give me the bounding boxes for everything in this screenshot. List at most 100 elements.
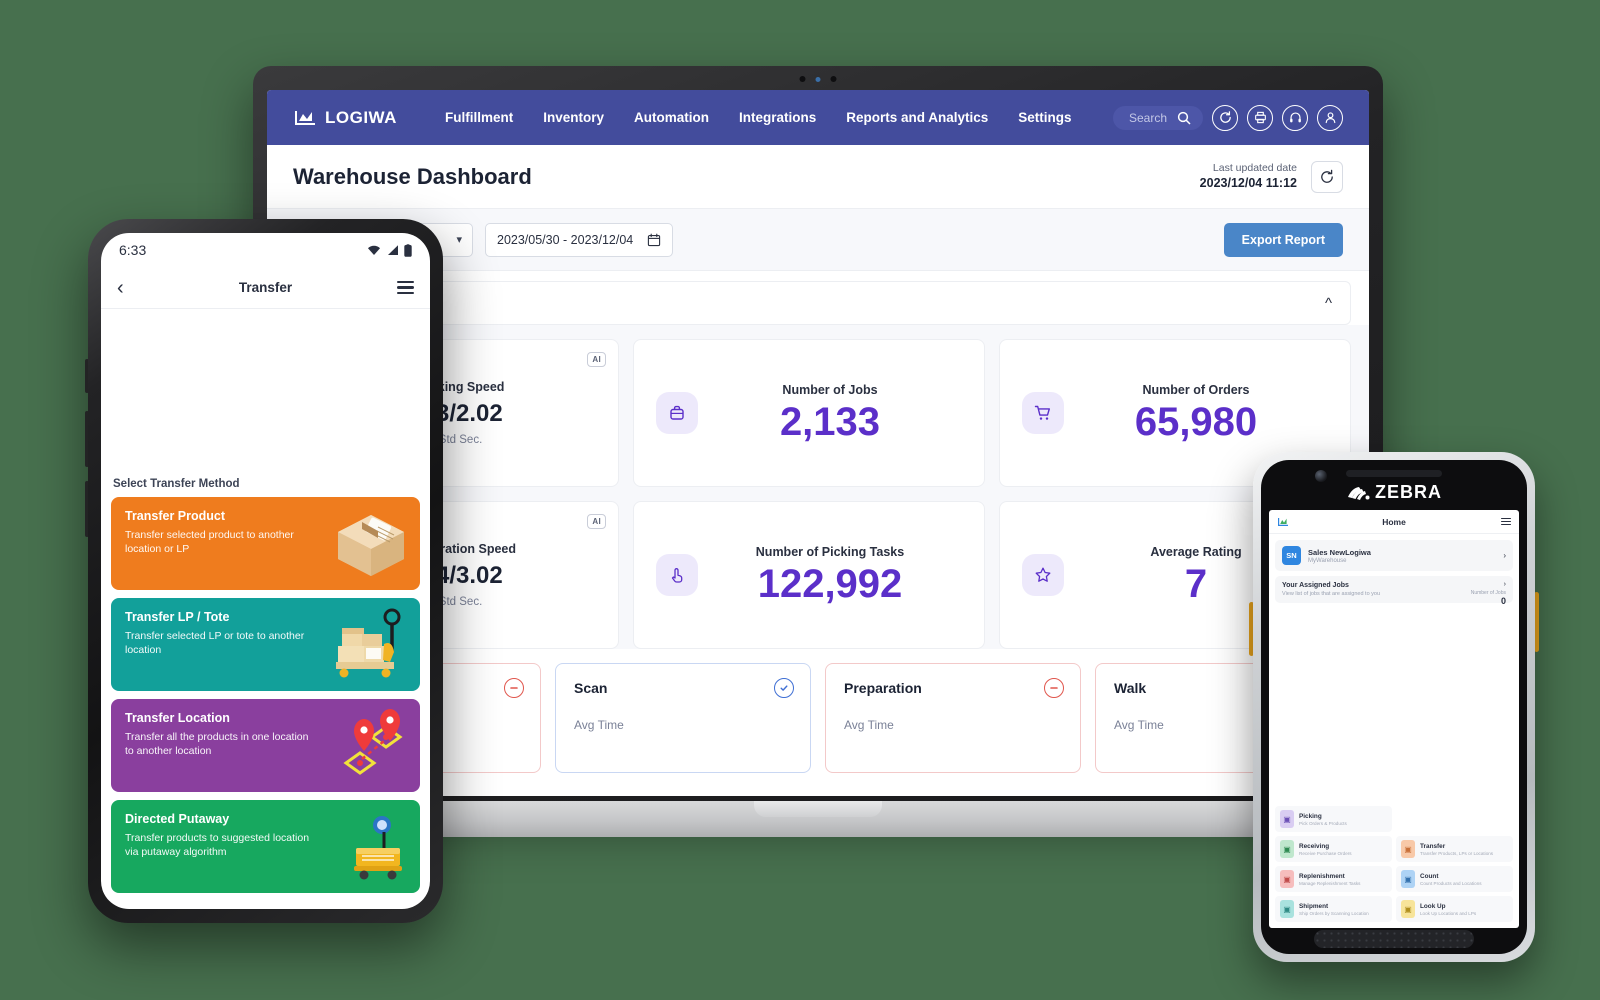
laptop-base-notch: [754, 801, 882, 817]
tile-transfer-lp-tote[interactable]: Transfer LP / Tote Transfer selected LP …: [111, 598, 420, 691]
hamburger-icon[interactable]: [1501, 517, 1511, 526]
menu-item-text: Shipment Ship Orders by Scanning Locatio…: [1299, 903, 1369, 916]
status-icons: [367, 243, 412, 257]
section-collapse-bar[interactable]: ^: [285, 281, 1351, 325]
kpi-value: 65,980: [1134, 400, 1258, 444]
status-badge-minus: [504, 678, 524, 698]
menu-item-sub: Count Products and Locations: [1420, 880, 1482, 886]
ai-badge: AI: [587, 514, 606, 529]
kpi-row-1: AI Walking Speed 2.3/2.02 Avg/Std Sec. N…: [285, 339, 1351, 487]
assigned-jobs-count: Number of Jobs 0: [1471, 590, 1506, 606]
menu-item-sub: Manage Replenishment Tasks: [1299, 880, 1361, 886]
date-range-picker[interactable]: 2023/05/30 - 2023/12/04: [485, 222, 674, 257]
avatar: SN: [1282, 546, 1301, 565]
print-button[interactable]: [1247, 104, 1273, 131]
refresh-dashboard-button[interactable]: [1311, 160, 1343, 193]
metric-title: Preparation: [844, 680, 922, 696]
pallet-jack-icon: [328, 604, 410, 685]
menu-item-title: Shipment: [1299, 902, 1329, 910]
page-header: Warehouse Dashboard Last updated date 20…: [267, 145, 1369, 209]
chevron-right-icon: ›: [1503, 581, 1506, 588]
chevron-down-icon: ▾: [456, 234, 462, 246]
tile-transfer-location[interactable]: Transfer Location Transfer all the produ…: [111, 699, 420, 792]
scene: LOGIWA Fulfillment Inventory Automation …: [0, 0, 1600, 1000]
refresh-icon: [1219, 111, 1231, 123]
export-report-button[interactable]: Export Report: [1223, 222, 1343, 257]
nav-link-reports-and-analytics[interactable]: Reports and Analytics: [846, 110, 988, 125]
nav-link-settings[interactable]: Settings: [1018, 110, 1071, 125]
nav-link-automation[interactable]: Automation: [634, 110, 709, 125]
menu-item-text: Replenishment Manage Replenishment Tasks: [1299, 873, 1360, 886]
menu-item-title: Picking: [1299, 812, 1322, 820]
nav-link-integrations[interactable]: Integrations: [739, 110, 816, 125]
zebra-menu-item-shipment[interactable]: ▣ Shipment Ship Orders by Scanning Locat…: [1275, 896, 1392, 922]
refresh-history-button[interactable]: [1212, 104, 1238, 131]
briefcase-icon: [656, 392, 698, 434]
support-button[interactable]: [1282, 104, 1308, 131]
menu-item-title: Look Up: [1420, 902, 1446, 910]
account-warehouse: MyWarehouse: [1308, 557, 1347, 564]
user-account-button[interactable]: [1317, 104, 1343, 131]
printer-icon: [1254, 111, 1266, 124]
zebra-menu-item-count[interactable]: ▣ Count Count Products and Locations: [1396, 866, 1513, 892]
app-top-nav: LOGIWA Fulfillment Inventory Automation …: [267, 90, 1369, 145]
user-icon: [1325, 112, 1335, 124]
minus-icon: [510, 687, 518, 689]
nav-link-fulfillment[interactable]: Fulfillment: [445, 110, 513, 125]
menu-item-title: Receiving: [1299, 842, 1330, 850]
tile-transfer-product[interactable]: Transfer Product Transfer selected produ…: [111, 497, 420, 590]
zebra-grid-placeholder: [1396, 806, 1513, 832]
page-title: Warehouse Dashboard: [293, 163, 532, 189]
search-input[interactable]: Search: [1112, 105, 1203, 130]
status-badge-check: [774, 678, 794, 698]
kpi-body: Number of Orders 65,980: [1064, 383, 1328, 443]
zebra-wordmark: ZEBRA: [1375, 482, 1442, 502]
zebra-menu-item-look-up[interactable]: ▣ Look Up Look Up Locations and LPs: [1396, 896, 1513, 922]
menu-item-sub: Receive Purchase Orders: [1299, 850, 1352, 856]
phone-content: Select Transfer Method Transfer Product …: [101, 309, 430, 909]
last-updated: Last updated date 2023/12/04 11:12: [1200, 161, 1297, 192]
tile-desc: Transfer products to suggested location …: [125, 832, 310, 859]
metric-card-scan: Scan Avg Time: [555, 663, 811, 773]
zebra-menu-item-transfer[interactable]: ▣ Transfer Transfer Products, LPs or Loc…: [1396, 836, 1513, 862]
page-header-actions: Last updated date 2023/12/04 11:12: [1200, 160, 1343, 193]
menu-item-title: Transfer: [1420, 842, 1446, 850]
zebra-menu-item-picking[interactable]: ▣ Picking Pick Orders & Products: [1275, 806, 1392, 832]
zebra-screen-title: Home: [1382, 516, 1406, 527]
nav-right-actions: Search: [1112, 104, 1343, 131]
kpi-card-number-of-picking-tasks: Number of Picking Tasks 122,992: [633, 501, 985, 649]
zebra-assigned-jobs-card[interactable]: Your Assigned Jobs View list of jobs tha…: [1275, 576, 1513, 606]
search-placeholder: Search: [1128, 110, 1167, 125]
phone-screen: 6:33 ‹ Transfer Select Transfer Method T…: [101, 233, 430, 909]
tile-desc: Transfer all the products in one locatio…: [125, 731, 309, 758]
zebra-menu-item-receiving[interactable]: ▣ Receiving Receive Purchase Orders: [1275, 836, 1392, 862]
menu-item-title: Count: [1420, 872, 1439, 880]
tile-desc: Transfer selected product to another loc…: [125, 529, 294, 556]
zebra-account-card[interactable]: SN Sales NewLogiwa MyWarehouse ›: [1275, 540, 1513, 571]
tap-icon: [656, 554, 698, 596]
laptop-camera: [799, 76, 837, 82]
transfer-icon: ▣: [1401, 840, 1415, 858]
status-time: 6:33: [119, 242, 147, 258]
back-icon[interactable]: ‹: [117, 278, 124, 298]
logiwa-logo[interactable]: LOGIWA: [293, 108, 397, 128]
zebra-menu-item-replenishment[interactable]: ▣ Replenishment Manage Replenishment Tas…: [1275, 866, 1392, 892]
search-icon: [1177, 111, 1191, 125]
zebra-camera-icon: [1315, 470, 1327, 482]
shipment-icon: ▣: [1280, 900, 1294, 918]
check-icon: [780, 685, 788, 691]
zebra-content-gap: [1275, 608, 1513, 801]
zebra-head-icon: [1348, 487, 1370, 500]
box-icon: [332, 507, 410, 584]
zebra-menu-grid: ▣ Picking Pick Orders & Products ▣ Recei…: [1275, 806, 1513, 922]
metric-card-preparation: Preparation Avg Time: [825, 663, 1081, 773]
cart-icon: [1022, 392, 1064, 434]
chevron-up-icon[interactable]: ^: [1325, 295, 1332, 312]
hamburger-icon[interactable]: [397, 281, 414, 294]
nav-links: Fulfillment Inventory Automation Integra…: [445, 110, 1072, 125]
zebra-logo: ZEBRA: [1346, 482, 1442, 503]
signal-icon: [388, 245, 398, 255]
nav-link-inventory[interactable]: Inventory: [543, 110, 604, 125]
tile-directed-putaway[interactable]: Directed Putaway Transfer products to su…: [111, 800, 420, 893]
